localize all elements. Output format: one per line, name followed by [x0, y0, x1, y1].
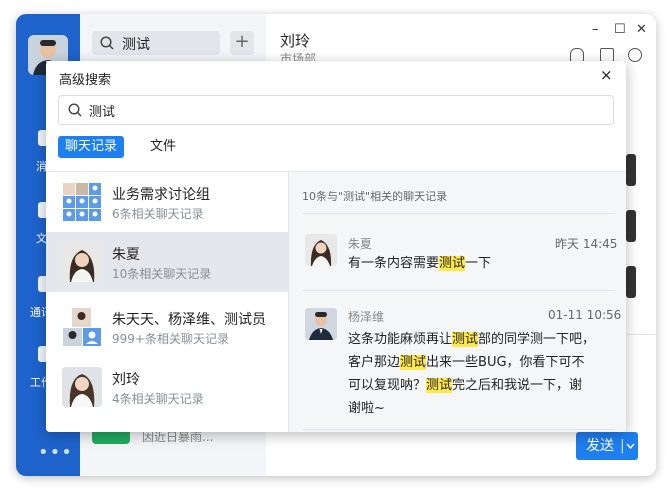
search-highlight: 测试: [400, 355, 427, 370]
message-line: 有一条内容需要测试一下: [348, 252, 616, 275]
message-segment: 出来一些BUG，你看下可不: [426, 355, 585, 370]
tab-chat-records[interactable]: 聊天记录: [58, 136, 125, 158]
send-options-separator: |: [620, 438, 625, 454]
result-title: 朱夏: [112, 247, 140, 263]
divider: [302, 213, 615, 214]
dialog-title: 高级搜索: [59, 73, 112, 88]
result-subtitle: 10条相关聊天记录: [112, 267, 212, 281]
search-field[interactable]: [58, 95, 614, 125]
message-segment: 客户那边: [348, 355, 401, 370]
group-avatar-image: [62, 307, 102, 347]
more-icon[interactable]: •••: [38, 442, 73, 463]
result-subtitle: 999+条相关聊天记录: [112, 332, 229, 346]
message-segment: 可以复现呐？: [348, 378, 427, 393]
result-subtitle: 4条相关聊天记录: [112, 392, 204, 406]
message-bubble: [626, 154, 636, 186]
message-segment: 谢啦~: [348, 401, 385, 416]
message-bubble: [626, 210, 636, 242]
group-avatar: [62, 182, 102, 222]
send-button[interactable]: 发送 |: [576, 432, 638, 460]
message-line: 这条功能麻烦再让测试部的同学测一下吧，: [348, 328, 616, 351]
person-icon[interactable]: [570, 48, 584, 62]
result-title: 业务需求讨论组: [112, 187, 210, 203]
search-icon: [68, 103, 82, 117]
advanced-search-dialog: 高级搜索 × 聊天记录 文件: [46, 61, 626, 432]
message-line: 客户那边测试出来一些BUG，你看下可不: [348, 351, 616, 374]
result-title: 朱天天、杨泽维、测试员: [112, 312, 266, 328]
close-icon[interactable]: ✕: [636, 22, 647, 37]
avatar: [62, 242, 102, 282]
result-subtitle: 6条相关聊天记录: [112, 207, 204, 221]
sender-avatar-image: [305, 234, 337, 266]
add-button[interactable]: +: [230, 31, 254, 55]
avatar-image: [62, 367, 102, 407]
search-highlight: 测试: [426, 378, 453, 393]
chevron-down-icon[interactable]: [626, 443, 635, 449]
settings-icon[interactable]: [628, 48, 642, 62]
result-item[interactable]: 刘玲 4条相关聊天记录: [46, 357, 288, 417]
search-icon: [100, 36, 114, 50]
message-segment: 完之后和我说一下，谢: [452, 378, 583, 393]
group-avatar: [62, 307, 102, 347]
result-item[interactable]: 朱天天、杨泽维、测试员 999+条相关聊天记录: [46, 297, 288, 357]
result-item[interactable]: 业务需求讨论组 6条相关聊天记录: [46, 172, 288, 232]
avatar: [62, 367, 102, 407]
sender-name: 杨泽维: [348, 310, 385, 324]
divider: [302, 429, 615, 430]
result-detail: 10条与"测试"相关的聊天记录 朱夏 昨天 14:45 有一条内容需要测试一下: [289, 172, 626, 432]
search-highlight: 测试: [452, 332, 479, 347]
message-segment: 有一条内容需要: [348, 256, 440, 271]
sender-avatar: [305, 308, 337, 340]
message-time: 昨天 14:45: [555, 237, 618, 251]
search-text: 测试: [122, 37, 150, 53]
message-segment: 这条功能麻烦再让: [348, 332, 453, 347]
result-title: 刘玲: [112, 372, 140, 388]
minimize-icon[interactable]: –: [592, 22, 599, 37]
search-box[interactable]: 测试: [92, 31, 220, 55]
sender-avatar: [305, 234, 337, 266]
message-time: 01-11 10:56: [548, 308, 622, 322]
result-item[interactable]: 朱夏 10条相关聊天记录: [46, 232, 288, 292]
send-label: 发送: [586, 438, 614, 454]
message-text: 这条功能麻烦再让测试部的同学测一下吧， 客户那边测试出来一些BUG，你看下可不 可以…: [348, 328, 616, 420]
chat-contact-name: 刘玲: [280, 32, 311, 50]
sender-avatar-image: [305, 308, 337, 340]
message-text: 有一条内容需要测试一下: [348, 252, 616, 275]
avatar-image: [62, 242, 102, 282]
maximize-icon[interactable]: ☐: [614, 22, 626, 37]
sender-name: 朱夏: [348, 237, 373, 251]
dialog-close-icon[interactable]: ×: [600, 66, 613, 84]
message-bubble: [626, 266, 636, 298]
message-segment: 部的同学测一下吧，: [478, 332, 596, 347]
media-icon[interactable]: [600, 48, 614, 62]
message-line: 可以复现呐？测试完之后和我说一下，谢: [348, 374, 616, 397]
search-input[interactable]: [89, 100, 589, 120]
search-highlight: 测试: [439, 256, 466, 271]
result-count-header: 10条与"测试"相关的聊天记录: [302, 190, 448, 203]
message-segment: 一下: [465, 256, 492, 271]
result-list: 业务需求讨论组 6条相关聊天记录 朱夏 10条相关聊天记录 朱天天、杨泽维、测试…: [46, 172, 288, 432]
divider: [302, 290, 615, 291]
message-line: 谢啦~: [348, 397, 616, 420]
group-avatar-image: [62, 182, 102, 222]
tab-files[interactable]: 文件: [143, 136, 183, 158]
